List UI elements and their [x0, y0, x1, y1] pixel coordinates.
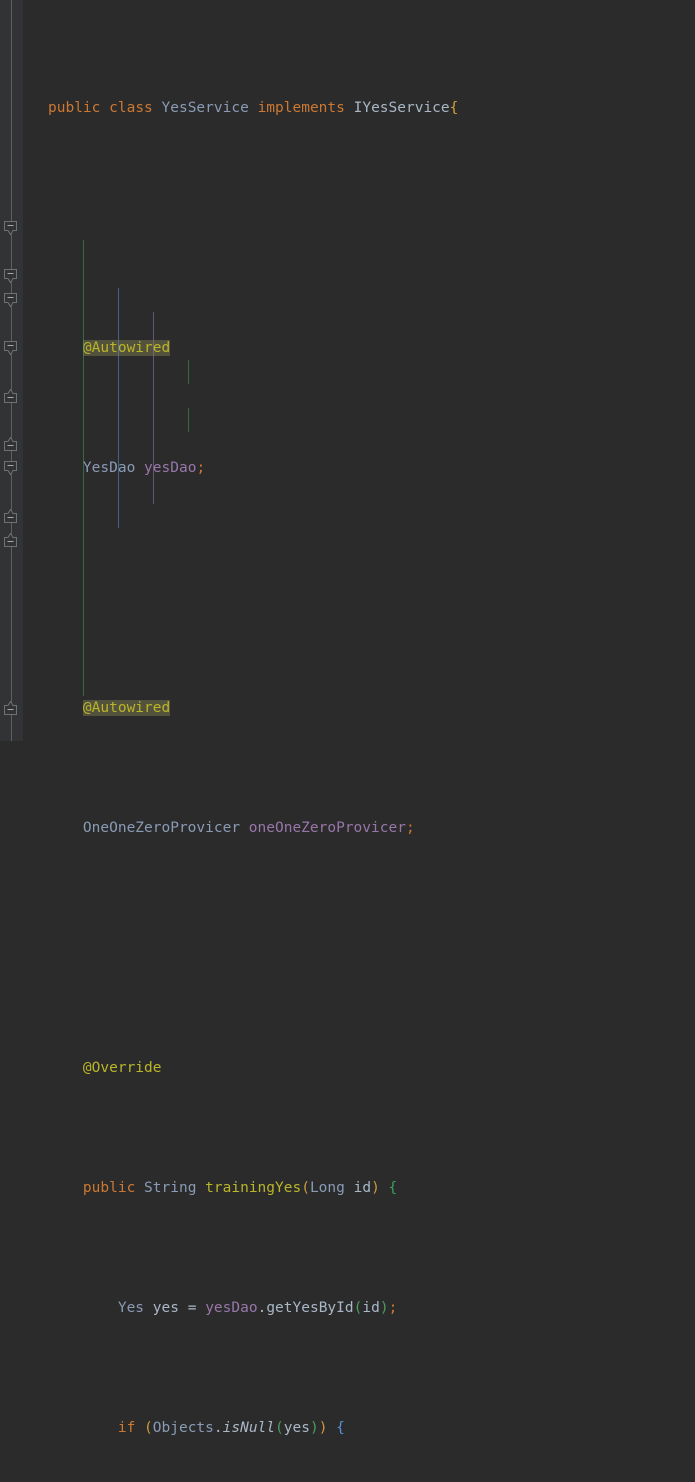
code-line-7[interactable]: OneOneZeroProvicer oneOneZeroProvicer; [24, 816, 695, 840]
token-keyword-implements: implements [257, 100, 345, 116]
fold-marker-collapse-try-block[interactable] [4, 293, 19, 308]
token-var-yes: yes [152, 1300, 179, 1316]
indent-guide [118, 288, 119, 528]
fold-marker-collapse-if-end[interactable] [4, 532, 19, 548]
code-line-11[interactable]: Yes yes = yesDao.getYesById(id); [24, 1296, 695, 1320]
token-keyword-public: public [82, 1180, 136, 1196]
paren-close: ) [318, 1420, 328, 1436]
token-interface-iyesservice: IYesService [353, 100, 450, 116]
code-line-2[interactable] [24, 216, 695, 240]
code-line-5[interactable] [24, 576, 695, 600]
fold-marker-collapse-try-end[interactable] [4, 508, 19, 524]
fold-marker-collapse-if-callresult[interactable] [4, 341, 19, 356]
code-line-12[interactable]: if (Objects.isNull(yes)) { [24, 1416, 695, 1440]
token-keyword-public: public [48, 100, 101, 116]
token-field-yesdao: yesDao [144, 460, 197, 476]
paren-open: ( [301, 1180, 310, 1196]
token-keyword-if: if [117, 1420, 136, 1436]
fold-marker-collapse-method-end[interactable] [4, 700, 19, 716]
brace-open-if: { [336, 1420, 345, 1436]
token-type-objects: Objects [152, 1420, 214, 1436]
operator-assign: = [187, 1300, 197, 1316]
paren-close: ) [309, 1420, 319, 1436]
code-line-6[interactable]: @Autowired [24, 696, 695, 720]
code-line-10[interactable]: public String trainingYes(Long id) { [24, 1176, 695, 1200]
token-type-string: String [144, 1180, 197, 1196]
fold-marker-collapse-if-objects-isnull[interactable] [4, 269, 19, 284]
fold-rail-class [11, 0, 12, 741]
semicolon: ; [196, 460, 206, 476]
semicolon: ; [388, 1300, 398, 1316]
paren-close: ) [379, 1300, 389, 1316]
token-param-id: id [353, 1180, 372, 1196]
token-method-isnull: isNull [222, 1420, 276, 1436]
code-line-9[interactable]: @Override [24, 1056, 695, 1080]
paren-open: ( [275, 1420, 284, 1436]
brace-open-class: { [449, 100, 459, 116]
token-class-yesservice: YesService [161, 100, 249, 116]
editor-gutter[interactable] [0, 0, 24, 741]
fold-marker-collapse-method-trainingYes[interactable] [4, 221, 19, 236]
paren-open: ( [353, 1300, 363, 1316]
fold-marker-collapse-if-callresult-end[interactable] [4, 436, 19, 452]
brace-open-method: { [388, 1180, 398, 1196]
token-type-yesdao: YesDao [82, 460, 136, 476]
code-line-4[interactable]: YesDao yesDao; [24, 456, 695, 480]
token-method-trainingyes: trainingYes [205, 1180, 302, 1196]
code-line-1[interactable]: public class YesService implements IYesS… [24, 96, 695, 120]
fold-marker-collapse-else-block[interactable] [4, 388, 19, 404]
indent-guide [188, 360, 189, 384]
token-arg-id: id [362, 1300, 380, 1316]
code-editor[interactable]: public class YesService implements IYesS… [0, 0, 695, 1436]
code-content[interactable]: public class YesService implements IYesS… [24, 0, 695, 1436]
indent-guide [83, 240, 84, 696]
code-line-8[interactable] [24, 936, 695, 960]
annotation-autowired-1: @Autowired [82, 340, 171, 356]
token-method-getyesbyid: getYesById [266, 1300, 354, 1316]
code-line-3[interactable]: @Autowired [24, 336, 695, 360]
token-arg-yes: yes [283, 1420, 310, 1436]
semicolon: ; [405, 820, 415, 836]
fold-marker-collapse-catch-block[interactable] [4, 461, 19, 476]
paren-close: ) [371, 1180, 380, 1196]
token-field-oneonezeroprovicer: oneOneZeroProvicer [248, 820, 406, 836]
token-keyword-class: class [109, 100, 153, 116]
indent-guide [153, 312, 154, 504]
token-type-long: Long [309, 1180, 345, 1196]
token-type-yes: Yes [117, 1300, 145, 1316]
indent-guide [188, 408, 189, 432]
token-type-oneonezeroprovicer: OneOneZeroProvicer [82, 820, 241, 836]
token-field-yesdao: yesDao [205, 1300, 258, 1316]
dot: . [213, 1420, 223, 1436]
dot: . [257, 1300, 267, 1316]
annotation-override: @Override [82, 1060, 162, 1076]
paren-open: ( [144, 1420, 153, 1436]
annotation-autowired-2: @Autowired [82, 700, 171, 716]
